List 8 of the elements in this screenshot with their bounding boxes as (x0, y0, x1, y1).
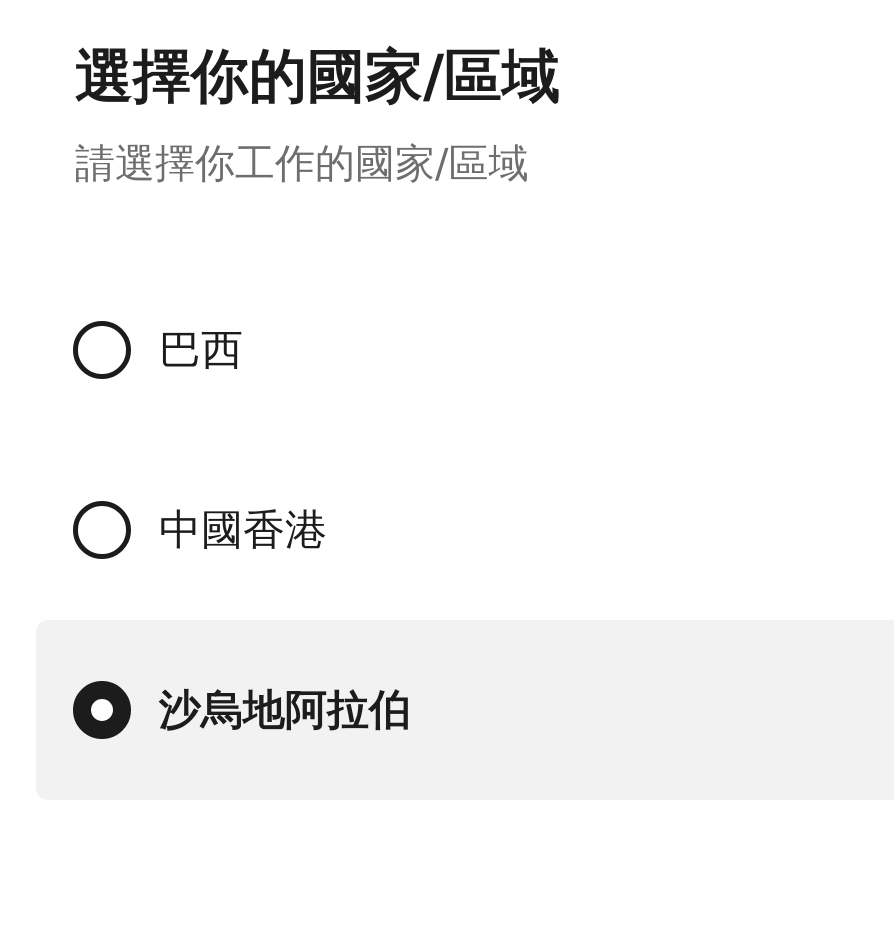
option-label: 沙烏地阿拉伯 (159, 684, 411, 736)
option-label: 中國香港 (159, 504, 327, 556)
country-option[interactable]: 中國香港 (36, 440, 894, 620)
page-title: 選擇你的國家/區域 (74, 41, 562, 112)
page-subtitle: 請選擇你工作的國家/區域 (74, 140, 530, 189)
option-label: 巴西 (159, 324, 243, 376)
country-option[interactable]: 沙烏地阿拉伯 (36, 620, 894, 800)
country-option[interactable]: 巴西 (36, 260, 894, 440)
